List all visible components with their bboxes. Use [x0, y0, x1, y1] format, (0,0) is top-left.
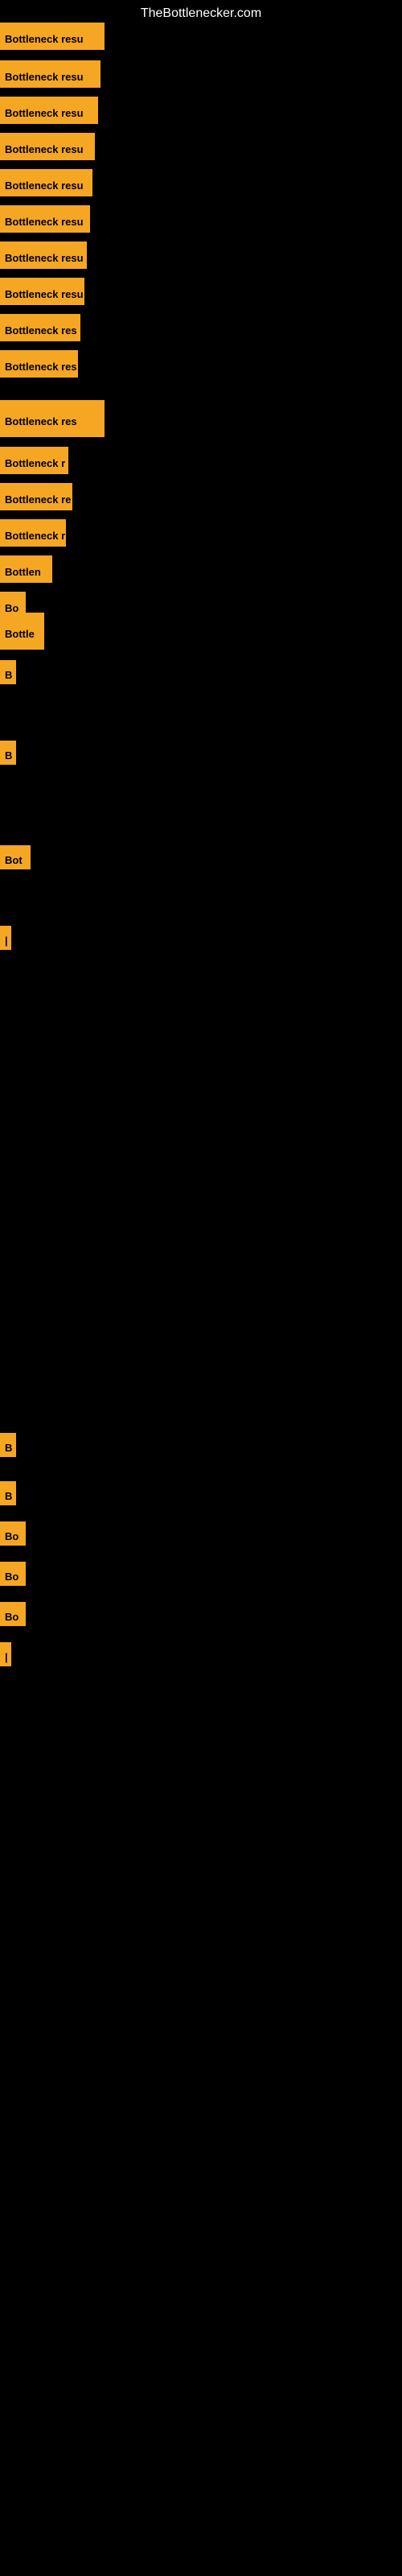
bottleneck-item-21[interactable]: | [0, 926, 11, 950]
bottleneck-item-4[interactable]: Bottleneck resu [0, 133, 95, 160]
bottleneck-item-19[interactable]: B [0, 741, 16, 765]
bottleneck-item-27[interactable]: | [0, 1642, 11, 1666]
bottleneck-item-13[interactable]: Bottleneck re [0, 483, 72, 510]
bottleneck-item-6[interactable]: Bottleneck resu [0, 205, 90, 233]
bottleneck-item-12[interactable]: Bottleneck r [0, 447, 68, 474]
bottleneck-item-18[interactable]: B [0, 660, 16, 684]
bottleneck-item-2[interactable]: Bottleneck resu [0, 60, 100, 88]
bottleneck-item-9[interactable]: Bottleneck res [0, 314, 80, 341]
bottleneck-item-14[interactable]: Bottleneck r [0, 519, 66, 547]
bottleneck-item-7[interactable]: Bottleneck resu [0, 242, 87, 269]
bottleneck-item-26[interactable]: Bo [0, 1602, 26, 1626]
bottleneck-item-20[interactable]: Bot [0, 845, 31, 869]
bottleneck-item-5[interactable]: Bottleneck resu [0, 169, 92, 196]
bottleneck-item-8[interactable]: Bottleneck resu [0, 278, 84, 305]
bottleneck-item-22[interactable]: B [0, 1433, 16, 1457]
bottleneck-item-24[interactable]: Bo [0, 1521, 26, 1546]
bottleneck-item-3[interactable]: Bottleneck resu [0, 97, 98, 124]
bottleneck-item-25[interactable]: Bo [0, 1562, 26, 1586]
bottleneck-item-1[interactable]: Bottleneck resu [0, 23, 105, 50]
bottleneck-item-17[interactable]: Bottle [0, 613, 44, 650]
bottleneck-item-23[interactable]: B [0, 1481, 16, 1505]
bottleneck-item-10[interactable]: Bottleneck res [0, 350, 78, 378]
bottleneck-item-11[interactable]: Bottleneck res [0, 400, 105, 437]
bottleneck-item-15[interactable]: Bottlen [0, 555, 52, 583]
